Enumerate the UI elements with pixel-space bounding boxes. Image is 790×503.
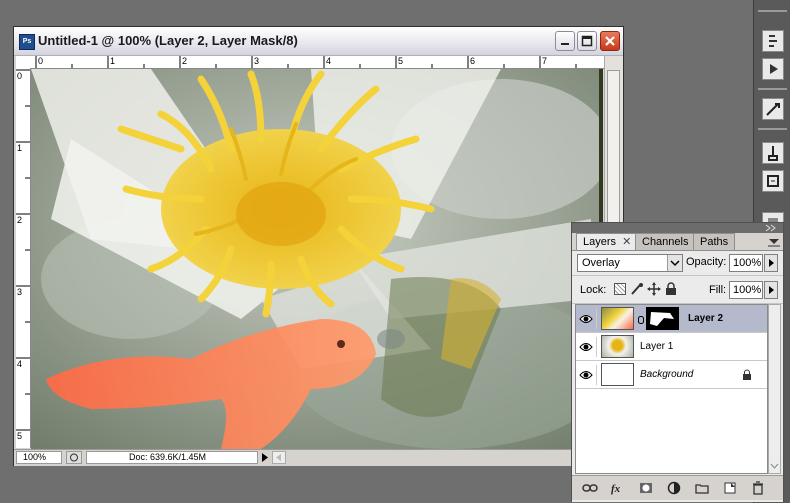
- brushes-icon[interactable]: [762, 142, 784, 164]
- lock-icon: [742, 369, 752, 381]
- horizontal-ruler: 0 1 2 3 4 5 6 7: [16, 56, 606, 69]
- lock-position-icon[interactable]: [647, 282, 661, 296]
- layer-name[interactable]: Layer 1: [640, 341, 673, 352]
- lock-transparent-icon[interactable]: [614, 283, 626, 295]
- ruler-label: 3: [17, 287, 23, 297]
- ruler-label: 6: [470, 56, 476, 66]
- opacity-slider-button[interactable]: [764, 254, 778, 272]
- ruler-label: 3: [254, 56, 260, 66]
- layer-row-layer-1[interactable]: Layer 1: [576, 333, 767, 361]
- layer-row-background[interactable]: Background: [576, 361, 767, 389]
- eye-icon[interactable]: [578, 365, 597, 385]
- tab-paths[interactable]: Paths: [693, 233, 736, 250]
- tab-label: Paths: [700, 236, 729, 248]
- layer-thumbnail[interactable]: [601, 363, 634, 386]
- panel-header-bar[interactable]: [572, 223, 783, 233]
- link-icon[interactable]: [582, 481, 598, 495]
- new-layer-icon[interactable]: [722, 481, 738, 495]
- fill-label: Fill:: [709, 284, 727, 296]
- layer-mask-thumbnail[interactable]: [646, 307, 679, 330]
- layers-panel: Layers ✕ Channels Paths Overlay Opacity:…: [571, 222, 784, 502]
- opacity-input[interactable]: 100%: [729, 254, 763, 272]
- status-menu-icon[interactable]: [66, 451, 82, 464]
- fill-slider-button[interactable]: [764, 281, 778, 299]
- chain-link-icon[interactable]: [638, 315, 644, 324]
- title-bar[interactable]: Ps Untitled-1 @ 100% (Layer 2, Layer Mas…: [14, 27, 623, 56]
- fx-icon[interactable]: fx: [610, 481, 626, 495]
- status-bar: 100% Doc: 639.6K/1.45M: [14, 449, 623, 466]
- layer-row-layer-2[interactable]: Layer 2: [576, 305, 767, 333]
- trash-icon[interactable]: [750, 481, 766, 495]
- group-icon[interactable]: [694, 481, 710, 495]
- tool-presets-icon[interactable]: [762, 98, 784, 120]
- minimize-button[interactable]: [555, 31, 575, 51]
- lock-label: Lock:: [580, 284, 607, 296]
- layers-panel-body: Overlay Opacity: 100% Lock: Fill: 100% L…: [572, 250, 783, 502]
- maximize-button[interactable]: [577, 31, 597, 51]
- close-tab-icon[interactable]: ✕: [622, 236, 631, 248]
- ruler-label: 2: [182, 56, 188, 66]
- ruler-label: 4: [17, 359, 23, 369]
- ruler-label: 1: [17, 143, 23, 153]
- ruler-label: 5: [17, 431, 23, 441]
- ruler-label: 4: [326, 56, 332, 66]
- divider: [572, 275, 783, 276]
- ruler-label: 1: [110, 56, 116, 66]
- ruler-label: 0: [17, 71, 23, 81]
- ruler-label: 5: [398, 56, 404, 66]
- adjustment-icon[interactable]: [666, 481, 682, 495]
- ruler-label: 2: [17, 215, 23, 225]
- blend-mode-select[interactable]: Overlay: [577, 254, 683, 272]
- tab-channels[interactable]: Channels: [635, 233, 696, 250]
- tab-label: Layers: [583, 236, 617, 248]
- eye-icon[interactable]: [578, 309, 597, 329]
- tab-label: Channels: [642, 236, 689, 248]
- blend-mode-value: Overlay: [582, 257, 620, 269]
- canvas-image: [31, 69, 603, 449]
- scroll-left-icon[interactable]: [272, 451, 286, 464]
- dock-separator: [758, 10, 787, 12]
- dock-separator: [758, 128, 787, 130]
- layers-footer: fx: [572, 475, 783, 500]
- status-arrow-icon[interactable]: [260, 452, 270, 463]
- document-window: Ps Untitled-1 @ 100% (Layer 2, Layer Mas…: [13, 26, 624, 466]
- image-canvas[interactable]: [31, 69, 603, 449]
- panel-menu-icon[interactable]: [768, 237, 780, 247]
- layer-list: Layer 2 Layer 1 Background: [575, 304, 768, 474]
- ruler-label: 7: [542, 56, 548, 66]
- clone-source-icon[interactable]: [762, 170, 784, 192]
- dock-separator: [758, 88, 787, 90]
- zoom-field[interactable]: 100%: [16, 451, 62, 464]
- ruler-label: 0: [38, 56, 44, 66]
- document-title: Untitled-1 @ 100% (Layer 2, Layer Mask/8…: [38, 33, 298, 48]
- maximize-icon: [581, 35, 593, 47]
- photoshop-app-icon: Ps: [19, 34, 35, 50]
- chevron-down-icon: [667, 255, 682, 271]
- lock-image-icon[interactable]: [630, 282, 644, 296]
- opacity-label: Opacity:: [686, 256, 727, 268]
- actions-icon[interactable]: [762, 58, 784, 80]
- layer-name[interactable]: Layer 2: [688, 313, 723, 324]
- svg-text:fx: fx: [611, 483, 621, 495]
- eye-icon[interactable]: [578, 337, 597, 357]
- minimize-icon: [561, 43, 569, 45]
- layer-thumbnail[interactable]: [601, 307, 634, 330]
- close-icon: [605, 36, 615, 46]
- tab-layers[interactable]: Layers ✕: [576, 233, 639, 250]
- fill-input[interactable]: 100%: [729, 281, 763, 299]
- lock-all-icon[interactable]: [665, 282, 677, 296]
- mask-icon[interactable]: [638, 481, 654, 495]
- doc-size-info: Doc: 639.6K/1.45M: [86, 451, 258, 464]
- collapse-icon[interactable]: [765, 224, 777, 232]
- layer-name[interactable]: Background: [640, 369, 693, 380]
- vertical-ruler: 0 1 2 3 4 5: [16, 68, 31, 448]
- layer-thumbnail[interactable]: [601, 335, 634, 358]
- close-button[interactable]: [600, 31, 620, 51]
- history-icon[interactable]: [762, 30, 784, 52]
- layers-scrollbar[interactable]: [768, 304, 781, 474]
